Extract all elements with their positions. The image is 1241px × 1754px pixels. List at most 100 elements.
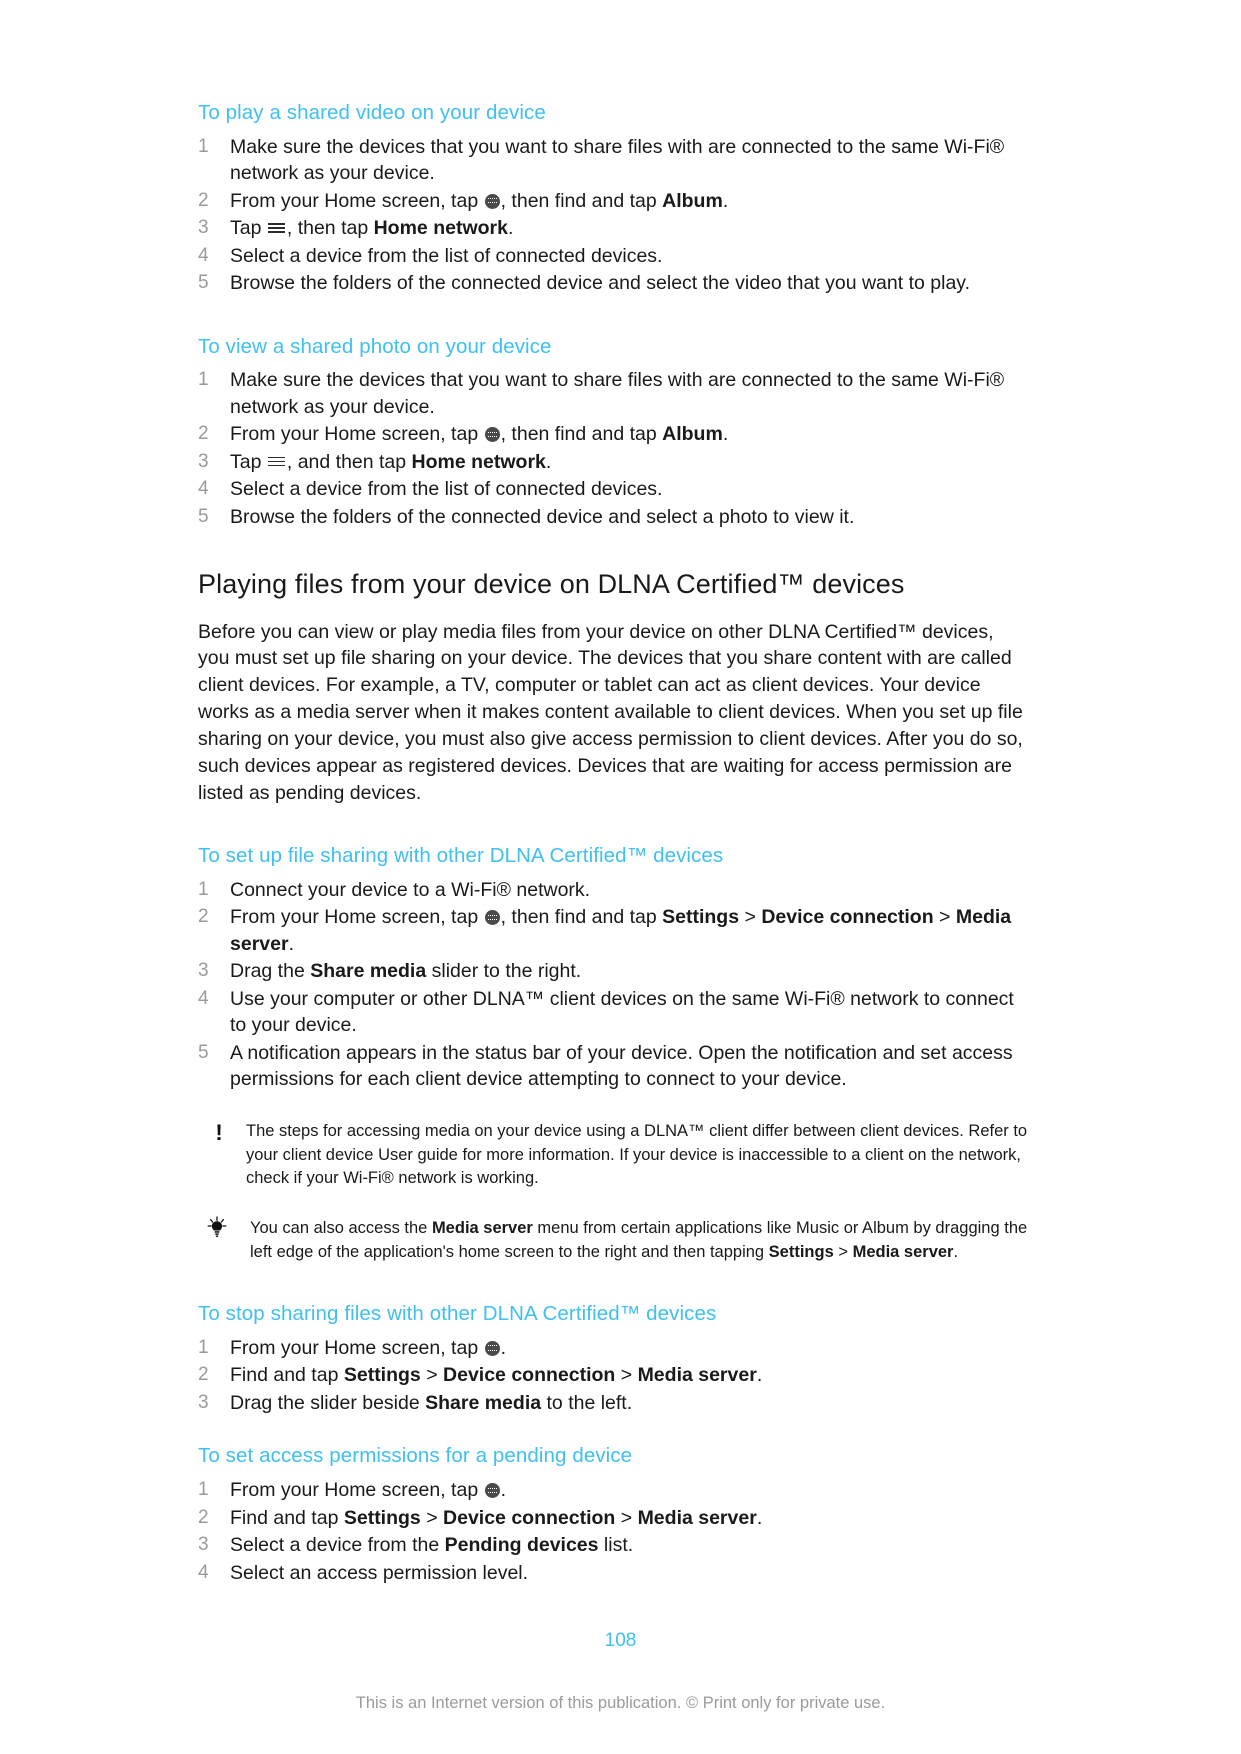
tip-separator: > [833,1243,853,1262]
hamburger-menu-icon [267,222,285,234]
list-item: From your Home screen, tap , then find a… [198,188,1028,215]
step-text-before: From your Home screen, tap [230,189,484,212]
step-text-middle: , then find and tap [500,189,663,212]
note-callout: ! The steps for accessing media on your … [198,1120,1028,1192]
list-item: From your Home screen, tap . [198,1477,1028,1504]
step-text: Select a device from the list of connect… [230,244,663,267]
heading-view-shared-photo: To view a shared photo on your device [198,334,552,358]
note-text: The steps for accessing media on your de… [246,1121,1028,1188]
app-drawer-icon [484,1483,500,1499]
step-bold-device-connection: Device connection [443,1364,616,1387]
step-text-after: . [288,932,294,955]
list-item: From your Home screen, tap , then find a… [198,421,1028,448]
steps-play-shared-video: Make sure the devices that you want to s… [198,134,1028,297]
step-text-after: . [756,1364,763,1387]
steps-pending-device: From your Home screen, tap . Find and ta… [198,1477,1028,1586]
document-page: To play a shared video on your device Ma… [0,0,1241,1754]
list-item: Use your computer or other DLNA™ client … [198,986,1028,1039]
step-separator: > [739,906,762,929]
list-item: Make sure the devices that you want to s… [198,367,1028,420]
tip-text-after: . [953,1243,959,1262]
step-text-before: Tap [230,217,267,240]
app-drawer-icon [484,910,500,926]
step-bold-device-connection: Device connection [443,1506,616,1529]
hamburger-menu-icon [267,456,285,468]
step-bold-device-connection: Device connection [761,906,934,929]
steps-set-up-file-sharing: Connect your device to a Wi-Fi® network.… [198,877,1028,1093]
step-text-after: . [545,450,552,473]
step-text-before: Find and tap [230,1364,344,1387]
step-separator: > [933,906,956,929]
step-bold-home-network: Home network [373,217,508,240]
step-text-after: to the left. [541,1391,633,1414]
heading-stop-sharing: To stop sharing files with other DLNA Ce… [198,1302,717,1326]
step-bold-share-media: Share media [310,960,427,983]
step-text-middle: , and then tap [286,450,412,473]
heading-pending-device: To set access permissions for a pending … [198,1444,633,1468]
step-text: Select a device from the list of connect… [230,478,663,501]
step-bold-album: Album [662,423,723,446]
list-item: From your Home screen, tap . [198,1335,1028,1362]
step-text: Select an access permission level. [230,1561,529,1584]
step-separator: > [615,1364,638,1387]
step-text-middle: , then find and tap [500,906,663,929]
list-item: Browse the folders of the connected devi… [198,504,1028,531]
list-item: Drag the Share media slider to the right… [198,958,1028,985]
step-text: Browse the folders of the connected devi… [230,272,971,295]
step-text-before: Drag the [230,960,311,983]
step-bold-media-server: Media server [637,1506,757,1529]
step-text-after: . [500,1336,507,1359]
list-item: Tap , then tap Home network. [198,215,1028,242]
step-bold-media-server: Media server [637,1364,757,1387]
heading-play-shared-video: To play a shared video on your device [198,101,546,124]
step-text-before: Drag the slider beside [230,1391,426,1414]
step-text-before: Select a device from the [230,1534,445,1557]
heading-set-up-file-sharing: To set up file sharing with other DLNA C… [198,843,724,867]
step-text: Make sure the devices that you want to s… [230,135,1005,185]
paragraph-playing-files: Before you can view or play media files … [198,620,1023,804]
step-text-after: . [756,1506,763,1529]
list-item: Find and tap Settings > Device connectio… [198,1505,1028,1532]
step-bold-settings: Settings [343,1364,421,1387]
list-item: Select an access permission level. [198,1560,1028,1587]
step-text: Browse the folders of the connected devi… [230,505,855,528]
list-item: Select a device from the Pending devices… [198,1532,1028,1559]
step-text-after: . [500,1479,507,1502]
app-drawer-icon [484,427,500,443]
step-text-after: . [722,189,729,212]
tip-bold-settings: Settings [768,1243,834,1262]
step-bold-album: Album [662,189,723,212]
list-item: Drag the slider beside Share media to th… [198,1390,1028,1417]
step-separator: > [420,1364,444,1387]
step-text-before: From your Home screen, tap [230,423,484,446]
app-drawer-icon [484,1340,500,1356]
step-text-middle: , then tap [286,217,374,240]
step-bold-share-media: Share media [425,1391,542,1414]
list-item: Find and tap Settings > Device connectio… [198,1362,1028,1389]
page-content: To play a shared video on your device Ma… [198,100,1028,1587]
step-text-before: From your Home screen, tap [230,1336,484,1359]
list-item: From your Home screen, tap , then find a… [198,904,1028,957]
list-item: Browse the folders of the connected devi… [198,270,1028,297]
list-item: Select a device from the list of connect… [198,476,1028,503]
step-text: Use your computer or other DLNA™ client … [230,987,1014,1037]
tip-bold-media-server: Media server [431,1219,533,1238]
list-item: A notification appears in the status bar… [198,1040,1028,1093]
app-drawer-icon [484,193,500,209]
step-text: Make sure the devices that you want to s… [230,369,1005,418]
tip-bold-media-server-2: Media server [852,1243,954,1262]
step-text-after: list. [598,1534,634,1557]
steps-view-shared-photo: Make sure the devices that you want to s… [198,367,1028,530]
list-item: Make sure the devices that you want to s… [198,134,1028,187]
step-bold-settings: Settings [662,906,740,929]
step-bold-home-network: Home network [411,450,546,473]
step-separator: > [615,1506,638,1529]
heading-playing-files: Playing files from your device on DLNA C… [198,569,905,600]
step-text-after: . [507,217,514,240]
